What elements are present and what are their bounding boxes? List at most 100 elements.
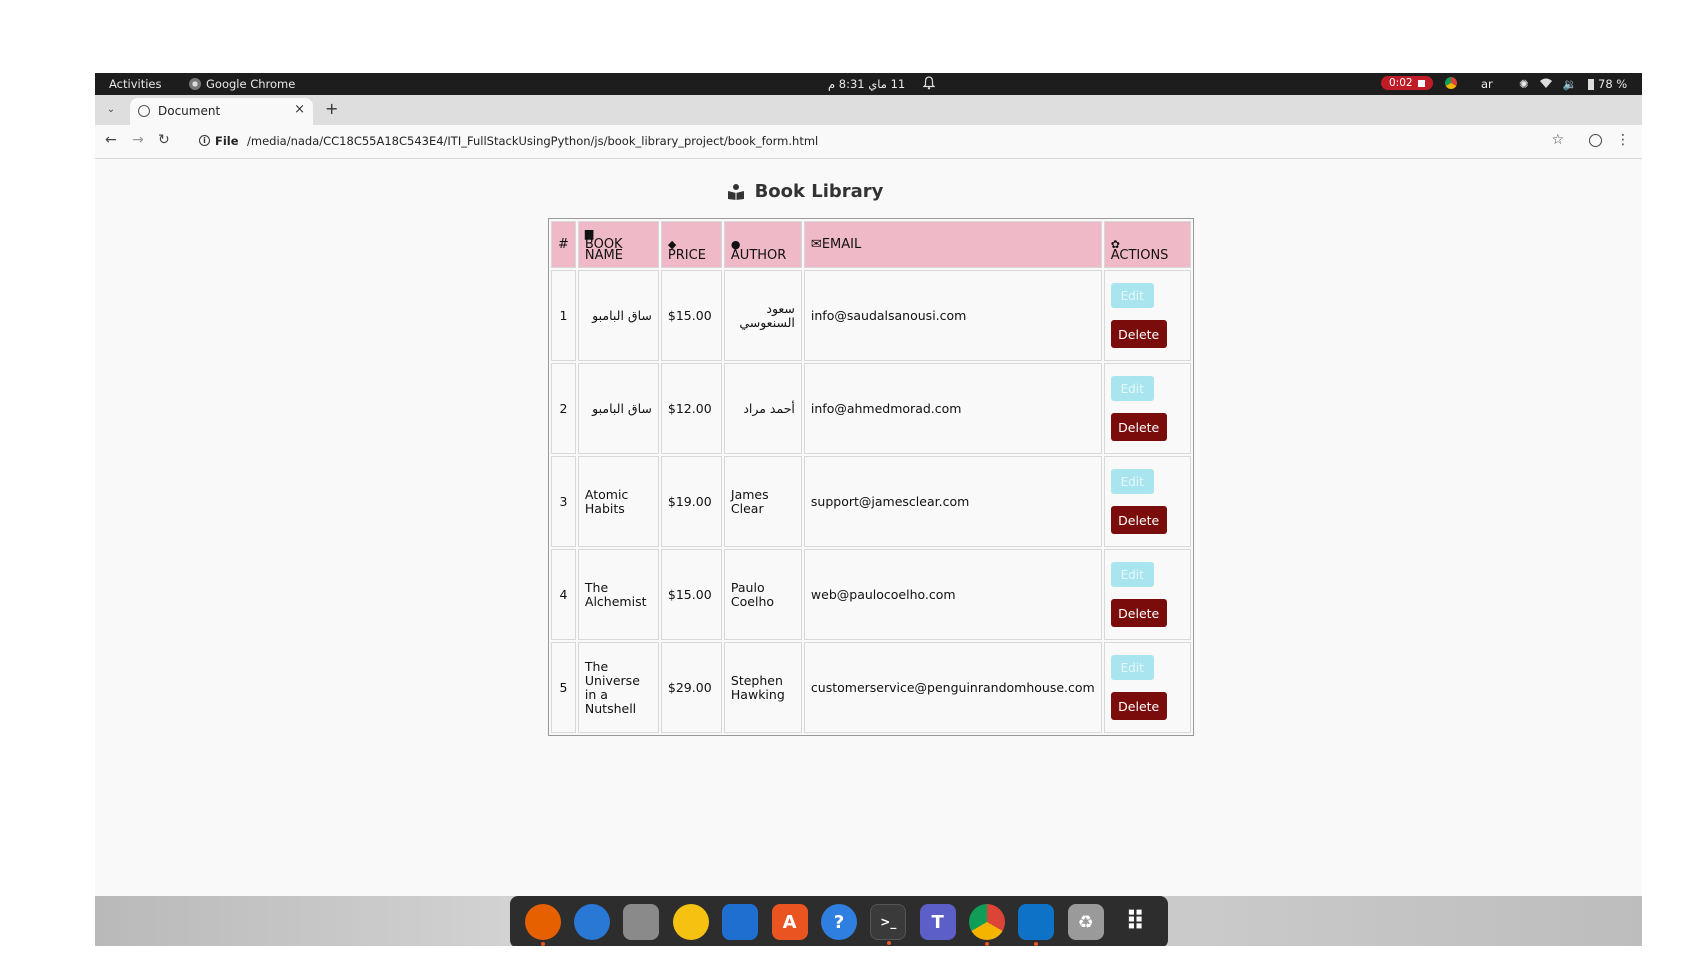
cell-price: $19.00 — [660, 456, 722, 547]
edit-button[interactable]: Edit — [1110, 469, 1154, 494]
cell-email: info@saudalsanousi.com — [803, 270, 1102, 361]
cell-actions: Edit Delete — [1103, 549, 1191, 640]
cell-author: أحمد مراد — [723, 363, 802, 454]
new-tab-button[interactable]: + — [325, 99, 338, 118]
dock: A? >_ T ♻ ⠿ — [510, 896, 1168, 946]
screen-recording-indicator[interactable]: 0:02 — [1381, 76, 1433, 90]
globe-icon — [138, 105, 150, 117]
cell-email: info@ahmedmorad.com — [803, 363, 1102, 454]
kebab-menu-icon[interactable]: ⋮ — [1616, 132, 1630, 148]
writer-icon[interactable] — [722, 904, 759, 940]
bell-icon[interactable] — [922, 76, 936, 93]
col-author: ● AUTHOR — [723, 221, 802, 268]
delete-button[interactable]: Delete — [1110, 599, 1167, 627]
volume-icon: 🔉 — [1562, 77, 1577, 91]
cell-author: Stephen Hawking — [723, 642, 802, 733]
tab-strip: ⌄ Document × + — [95, 95, 1642, 125]
cell-actions: Edit Delete — [1103, 642, 1191, 733]
running-indicator — [887, 941, 892, 945]
bookmark-star-icon[interactable]: ☆ — [1551, 132, 1564, 148]
col-number: # — [551, 221, 576, 268]
cell-price: $29.00 — [660, 642, 722, 733]
cell-actions: Edit Delete — [1103, 270, 1191, 361]
input-language[interactable]: ar — [1481, 77, 1493, 91]
col-price: ◆ PRICE — [660, 221, 722, 268]
cell-email: customerservice@penguinrandomhouse.com — [803, 642, 1102, 733]
page-title: Book Library — [95, 181, 1515, 202]
edit-button[interactable]: Edit — [1110, 283, 1154, 308]
file-scheme-label[interactable]: File — [215, 134, 239, 148]
cell-number: 1 — [551, 270, 576, 361]
page-title-text: Book Library — [754, 181, 884, 202]
delete-button[interactable]: Delete — [1110, 413, 1167, 441]
battery-indicator[interactable]: 78 % — [1588, 77, 1627, 91]
trash-icon[interactable]: ♻ — [1067, 904, 1104, 940]
envelope-icon: ✉ — [810, 237, 822, 252]
tab-search-icon[interactable]: ⌄ — [102, 101, 120, 119]
col-email: ✉EMAIL — [803, 221, 1102, 268]
cell-actions: Edit Delete — [1103, 456, 1191, 547]
col-book-name: ▆ BOOK NAME — [577, 221, 659, 268]
app-menu-label: Google Chrome — [206, 77, 296, 91]
terminal-icon[interactable]: >_ — [870, 904, 907, 945]
table-header-row: # ▆ BOOK NAME ◆ PRICE ● AUTHOR ✉EMAIL ✿ ACTI… — [551, 221, 1191, 268]
reload-icon[interactable]: ↻ — [158, 132, 170, 148]
table-row: 1 ساق البامبو $15.00 سعود السنعوسي info@… — [551, 270, 1191, 361]
thunderbird-icon[interactable] — [574, 904, 611, 940]
cell-book-name: Atomic Habits — [577, 456, 659, 547]
teams-icon[interactable]: T — [919, 904, 956, 940]
delete-button[interactable]: Delete — [1110, 320, 1167, 348]
running-indicator — [1034, 942, 1039, 946]
cell-number: 5 — [551, 642, 576, 733]
cell-author: Paulo Coelho — [723, 549, 802, 640]
wifi-icon — [1539, 77, 1552, 91]
rhythmbox-icon[interactable] — [672, 904, 709, 940]
cell-number: 3 — [551, 456, 576, 547]
address-input[interactable]: /media/nada/CC18C55A18C543E4/ITI_FullSta… — [247, 134, 818, 148]
books-table: # ▆ BOOK NAME ◆ PRICE ● AUTHOR ✉EMAIL ✿ ACTI… — [548, 218, 1194, 736]
site-info-icon[interactable]: i — [199, 135, 210, 146]
col-actions: ✿ ACTIONS — [1103, 221, 1191, 268]
forward-arrow-icon[interactable]: → — [132, 132, 144, 148]
edit-button[interactable]: Edit — [1110, 655, 1154, 680]
cell-email: support@jamesclear.com — [803, 456, 1102, 547]
cell-price: $15.00 — [660, 549, 722, 640]
edit-button[interactable]: Edit — [1110, 376, 1154, 401]
close-tab-icon[interactable]: × — [294, 102, 305, 117]
cell-book-name: ساق البامبو — [577, 270, 659, 361]
page-content: Book Library # ▆ BOOK NAME ◆ PRICE ● AUTHOR… — [95, 160, 1642, 946]
tab-document[interactable]: Document × — [130, 98, 313, 125]
firefox-icon[interactable] — [524, 904, 561, 946]
delete-button[interactable]: Delete — [1110, 506, 1167, 534]
cell-number: 2 — [551, 363, 576, 454]
files-icon[interactable] — [623, 904, 660, 940]
battery-percent: 78 % — [1598, 77, 1628, 91]
system-top-bar: Activities Google Chrome 11 ماي 8:31 م 0… — [95, 73, 1642, 95]
navigation-bar: ← → ↻ i File /media/nada/CC18C55A18C543E… — [95, 125, 1642, 159]
cell-email: web@paulocoelho.com — [803, 549, 1102, 640]
app-center-icon[interactable]: A — [771, 904, 808, 940]
brightness-icon: ✺ — [1519, 77, 1529, 91]
table-body: 1 ساق البامبو $15.00 سعود السنعوسي info@… — [551, 270, 1191, 733]
battery-icon — [1588, 78, 1594, 90]
table-row: 3 Atomic Habits $19.00 James Clear suppo… — [551, 456, 1191, 547]
show-apps-icon[interactable]: ⠿ — [1117, 904, 1154, 940]
cell-book-name: The Universe in a Nutshell — [577, 642, 659, 733]
edit-button[interactable]: Edit — [1110, 562, 1154, 587]
vscode-icon[interactable] — [1018, 904, 1055, 946]
cell-author: James Clear — [723, 456, 802, 547]
clock[interactable]: 11 ماي 8:31 م — [828, 77, 905, 91]
status-tray[interactable]: ✺ 🔉 — [1519, 77, 1577, 91]
help-icon[interactable]: ? — [820, 904, 857, 940]
chrome-icon[interactable] — [969, 904, 1006, 946]
back-arrow-icon[interactable]: ← — [105, 132, 117, 148]
delete-button[interactable]: Delete — [1110, 692, 1167, 720]
recording-time: 0:02 — [1389, 77, 1413, 89]
table-row: 5 The Universe in a Nutshell $29.00 Step… — [551, 642, 1191, 733]
activities-button[interactable]: Activities — [109, 77, 161, 91]
app-menu[interactable]: Google Chrome — [189, 77, 295, 91]
profile-icon[interactable] — [1589, 134, 1602, 147]
chrome-tray-icon[interactable] — [1445, 77, 1457, 92]
chrome-app-icon — [189, 78, 201, 90]
table-row: 4 The Alchemist $15.00 Paulo Coelho web@… — [551, 549, 1191, 640]
